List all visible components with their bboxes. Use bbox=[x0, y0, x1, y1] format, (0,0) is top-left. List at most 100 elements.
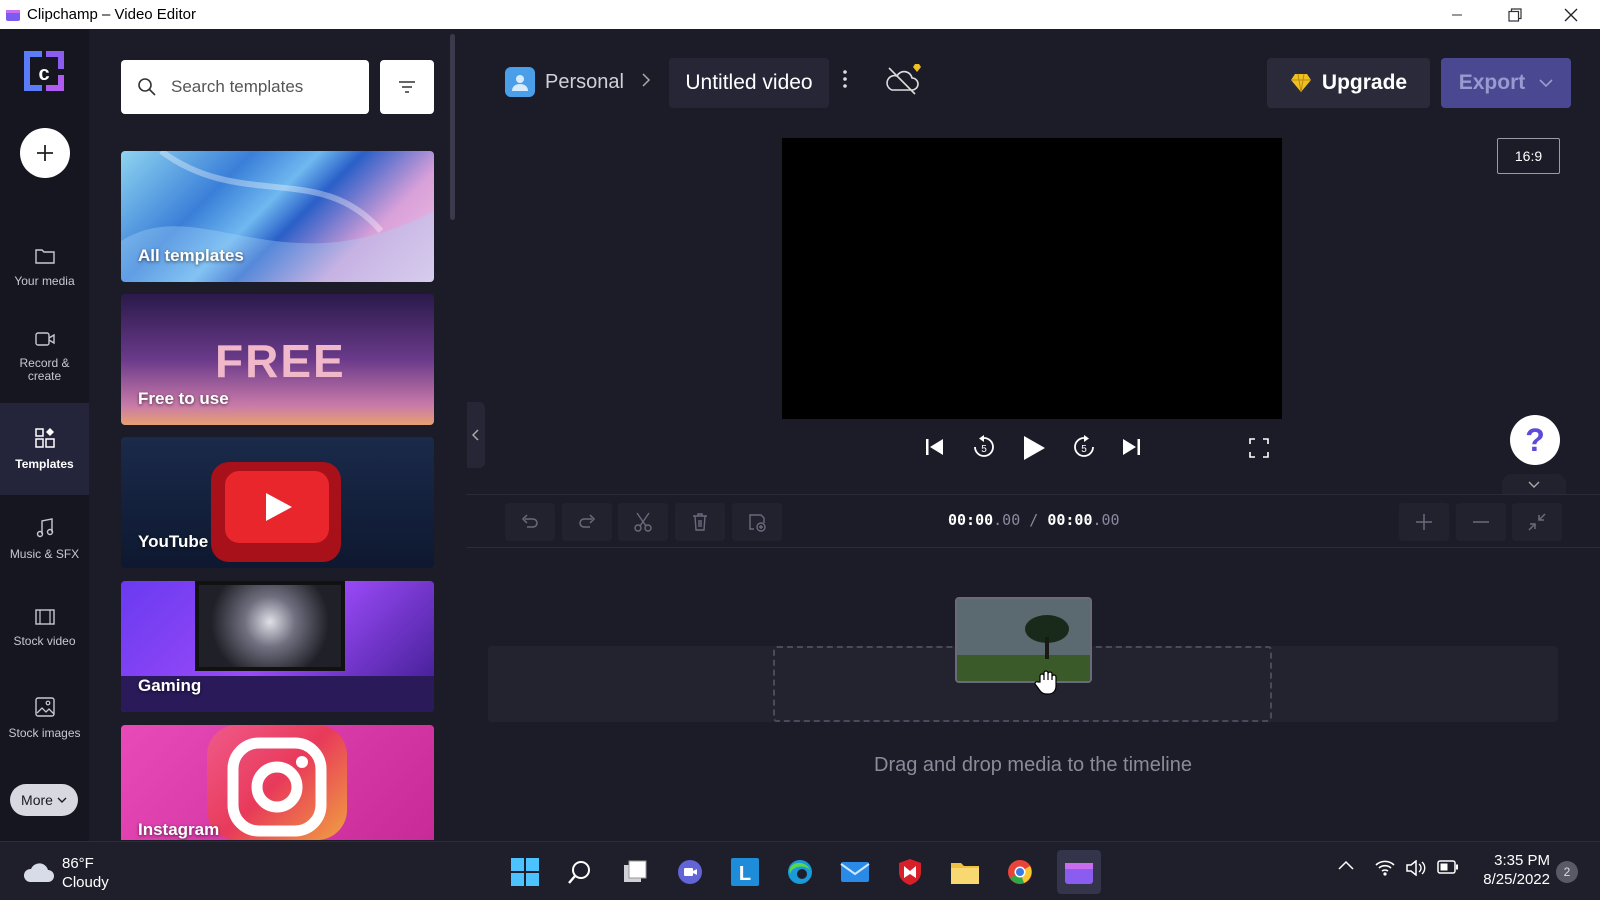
export-button[interactable]: Export bbox=[1441, 58, 1571, 108]
filter-button[interactable] bbox=[380, 60, 434, 114]
edge-button[interactable] bbox=[782, 854, 818, 890]
clock-time: 3:35 PM bbox=[1494, 852, 1550, 869]
duplicate-button[interactable] bbox=[732, 503, 782, 541]
video-preview[interactable] bbox=[782, 138, 1282, 419]
clipchamp-taskbar-button[interactable] bbox=[1057, 850, 1101, 894]
search-icon bbox=[568, 861, 590, 884]
rail-item-stock-images[interactable]: Stock images bbox=[0, 673, 89, 763]
user-icon bbox=[512, 75, 528, 91]
aspect-ratio-button[interactable]: 16:9 bbox=[1497, 138, 1560, 174]
rail-item-stock-video[interactable]: Stock video bbox=[0, 583, 89, 673]
redo-button[interactable] bbox=[562, 503, 612, 541]
project-title[interactable]: Untitled video bbox=[669, 58, 829, 108]
monitor-art bbox=[195, 581, 345, 671]
task-view-button[interactable] bbox=[617, 854, 653, 890]
upgrade-button[interactable]: Upgrade bbox=[1267, 58, 1430, 108]
window-titlebar: Clipchamp – Video Editor bbox=[0, 0, 1600, 29]
rail-item-label: Stock video bbox=[13, 634, 76, 648]
show-hidden-icons-button[interactable] bbox=[1338, 860, 1354, 870]
clipchamp-logo[interactable]: c bbox=[20, 47, 68, 95]
folder-icon bbox=[34, 249, 55, 264]
chevron-down-icon bbox=[57, 797, 67, 803]
fullscreen-button[interactable] bbox=[1249, 438, 1269, 458]
clipchamp-app-icon bbox=[6, 9, 20, 21]
rail-item-label: Music & SFX bbox=[9, 547, 80, 561]
template-card-free[interactable]: FREE Free to use bbox=[121, 294, 434, 425]
collapse-help-button[interactable] bbox=[1502, 474, 1566, 496]
skip-to-end-button[interactable] bbox=[1120, 436, 1142, 458]
restore-button[interactable] bbox=[1486, 0, 1544, 29]
search-templates-input[interactable]: Search templates bbox=[121, 60, 369, 114]
template-card-instagram[interactable]: Instagram bbox=[121, 725, 434, 840]
rail-item-label: Record & create bbox=[19, 355, 70, 383]
help-button[interactable]: ? bbox=[1510, 415, 1560, 465]
start-button[interactable] bbox=[507, 854, 543, 890]
tree-thumbnail bbox=[957, 599, 1090, 681]
more-button[interactable]: More bbox=[10, 784, 78, 816]
chrome-button[interactable] bbox=[1002, 854, 1038, 890]
rail-item-record-create[interactable]: Record & create bbox=[0, 309, 89, 403]
rewind-5-button[interactable]: 5 bbox=[971, 434, 997, 460]
rail-item-label: Your media bbox=[14, 274, 75, 288]
diamond-icon bbox=[1290, 73, 1311, 93]
more-options-icon[interactable] bbox=[843, 70, 847, 88]
mail-button[interactable] bbox=[837, 854, 873, 890]
panel-scrollbar[interactable] bbox=[450, 34, 455, 220]
rail-item-your-media[interactable]: Your media bbox=[0, 225, 89, 309]
filter-icon bbox=[399, 81, 415, 93]
skip-back-icon bbox=[926, 439, 943, 455]
forward-5-button[interactable]: 5 bbox=[1071, 434, 1097, 460]
battery-button[interactable] bbox=[1437, 860, 1459, 874]
collapse-panel-button[interactable] bbox=[467, 402, 485, 468]
chrome-icon bbox=[1008, 860, 1032, 884]
notification-badge[interactable]: 2 bbox=[1556, 861, 1578, 883]
cloud-off-icon[interactable] bbox=[884, 62, 926, 96]
minimize-icon bbox=[1452, 14, 1462, 15]
svg-text:c: c bbox=[38, 63, 49, 85]
teams-chat-button[interactable] bbox=[672, 854, 708, 890]
forward-5-icon: 5 bbox=[1074, 435, 1094, 457]
skip-to-start-button[interactable] bbox=[924, 436, 946, 458]
delete-button[interactable] bbox=[675, 503, 725, 541]
play-button[interactable] bbox=[1022, 435, 1046, 461]
rail-item-templates[interactable]: Templates bbox=[0, 403, 89, 495]
minus-icon bbox=[1473, 521, 1489, 523]
volume-button[interactable] bbox=[1406, 860, 1426, 876]
rail-item-label: Templates bbox=[15, 457, 74, 471]
template-card-gaming[interactable]: Gaming bbox=[121, 581, 434, 712]
zoom-out-button[interactable] bbox=[1456, 503, 1506, 541]
close-button[interactable] bbox=[1542, 0, 1600, 29]
svg-text:5: 5 bbox=[1081, 444, 1087, 455]
template-card-all[interactable]: All templates bbox=[121, 151, 434, 282]
undo-button[interactable] bbox=[505, 503, 555, 541]
weather-widget[interactable]: 86°F Cloudy bbox=[22, 854, 109, 892]
wifi-button[interactable] bbox=[1375, 860, 1395, 876]
fullscreen-icon bbox=[1249, 438, 1269, 458]
play-icon bbox=[266, 493, 292, 521]
total-time-frac: .00 bbox=[1092, 511, 1120, 529]
template-card-label: Free to use bbox=[138, 389, 229, 408]
split-button[interactable] bbox=[618, 503, 668, 541]
l-app-button[interactable]: L bbox=[727, 854, 763, 890]
workspace-breadcrumb[interactable]: Personal bbox=[505, 67, 624, 97]
temperature: 86°F bbox=[62, 855, 94, 872]
taskbar-search-button[interactable] bbox=[562, 854, 598, 890]
clipchamp-app-icon bbox=[1065, 863, 1093, 884]
fit-timeline-button[interactable] bbox=[1512, 503, 1562, 541]
taskbar-clock[interactable]: 3:35 PM 8/25/2022 bbox=[1470, 851, 1550, 889]
collapse-arrows-icon bbox=[1528, 513, 1546, 531]
template-card-label: All templates bbox=[138, 246, 244, 265]
rail-item-music-sfx[interactable]: Music & SFX bbox=[0, 495, 89, 583]
redo-icon bbox=[579, 514, 596, 528]
zoom-in-button[interactable] bbox=[1399, 503, 1449, 541]
windows-start-icon bbox=[511, 858, 539, 886]
mcafee-button[interactable] bbox=[892, 854, 928, 890]
dragged-media-thumbnail[interactable] bbox=[955, 597, 1092, 683]
minimize-button[interactable] bbox=[1428, 0, 1486, 29]
chevron-up-icon bbox=[1338, 860, 1354, 870]
file-explorer-button[interactable] bbox=[947, 854, 983, 890]
template-card-youtube[interactable]: YouTube bbox=[121, 437, 434, 568]
wifi-icon bbox=[1375, 860, 1395, 876]
create-new-button[interactable] bbox=[20, 128, 70, 178]
play-icon bbox=[1024, 436, 1045, 460]
